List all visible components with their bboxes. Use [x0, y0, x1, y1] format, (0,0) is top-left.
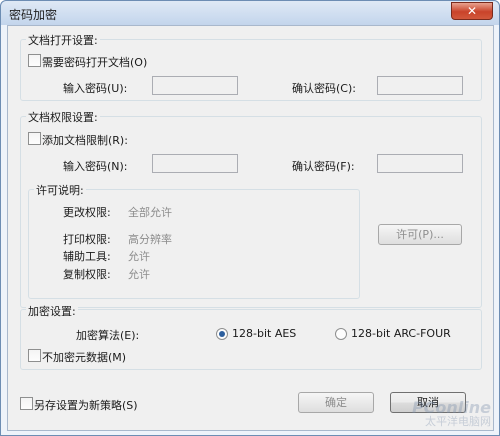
ok-button[interactable]: 确定	[298, 392, 374, 413]
aes-radio[interactable]	[216, 328, 228, 340]
encrypt-dialog: 密码加密 ✕ 文档打开设置: 需要密码打开文档(O) 输入密码(U): 确认密码…	[0, 0, 500, 436]
watermark-logo: PConline 太平洋电脑网	[411, 398, 491, 429]
perm-password-label: 输入密码(N):	[63, 160, 128, 173]
permission-settings-label: 文档权限设置:	[26, 109, 100, 125]
print-permission-value: 高分辨率	[128, 233, 172, 246]
perm-confirm-label: 确认密码(F):	[292, 160, 355, 173]
arcfour-radio[interactable]	[335, 328, 347, 340]
accessibility-label: 辅助工具:	[63, 250, 111, 263]
no-metadata-label[interactable]: 不加密元数据(M)	[42, 349, 126, 365]
watermark-brand: PConline	[411, 398, 491, 417]
accessibility-value: 允许	[128, 250, 150, 263]
save-policy-checkbox[interactable]	[20, 397, 33, 410]
algorithm-label: 加密算法(E):	[76, 329, 140, 342]
save-policy-label[interactable]: 另存设置为新策略(S)	[34, 397, 138, 413]
perm-password-input[interactable]	[152, 154, 238, 173]
require-password-label[interactable]: 需要密码打开文档(O)	[42, 54, 147, 70]
permit-button[interactable]: 许可(P)...	[378, 224, 462, 245]
radio-selected-dot	[219, 331, 225, 337]
license-group-label: 许可说明:	[34, 182, 86, 198]
window-title: 密码加密	[9, 8, 58, 22]
restrict-document-label[interactable]: 添加文档限制(R):	[42, 132, 128, 148]
aes-label[interactable]: 128-bit AES	[232, 327, 296, 340]
dialog-body: 文档打开设置: 需要密码打开文档(O) 输入密码(U): 确认密码(C): 文档…	[7, 25, 494, 431]
open-confirm-label: 确认密码(C):	[292, 82, 356, 95]
watermark-sub: 太平洋电脑网	[425, 415, 491, 428]
open-password-label: 输入密码(U):	[63, 82, 128, 95]
open-settings-label: 文档打开设置:	[26, 32, 100, 48]
encrypt-settings-label: 加密设置:	[26, 303, 78, 319]
copy-permission-value: 允许	[128, 268, 150, 281]
arcfour-label[interactable]: 128-bit ARC-FOUR	[351, 327, 451, 340]
copy-permission-label: 复制权限:	[63, 268, 111, 281]
open-confirm-input[interactable]	[377, 76, 463, 95]
change-permission-value: 全部允许	[128, 206, 172, 219]
print-permission-label: 打印权限:	[63, 233, 111, 246]
restrict-document-checkbox[interactable]	[28, 132, 41, 145]
change-permission-label: 更改权限:	[63, 206, 111, 219]
open-password-input[interactable]	[152, 76, 238, 95]
no-metadata-checkbox[interactable]	[28, 349, 41, 362]
require-password-checkbox[interactable]	[28, 54, 41, 67]
close-button[interactable]: ✕	[451, 2, 493, 20]
perm-confirm-input[interactable]	[377, 154, 463, 173]
title-bar: 密码加密 ✕	[1, 1, 499, 25]
